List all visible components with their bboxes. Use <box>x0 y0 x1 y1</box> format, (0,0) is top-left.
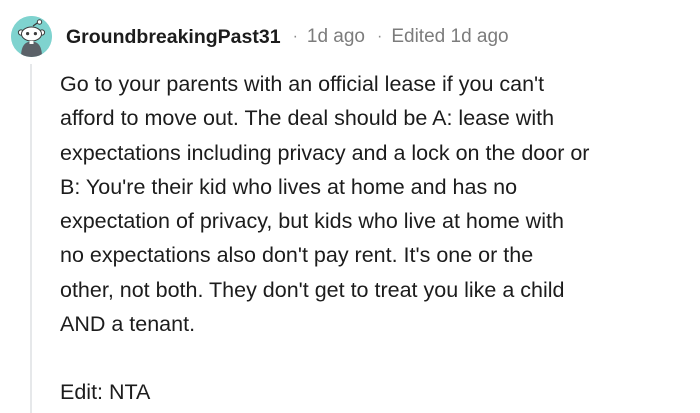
thread-collapse-line[interactable] <box>30 64 32 413</box>
edited-time: Edited 1d ago <box>391 26 509 47</box>
username-link[interactable]: GroundbreakingPast31 <box>66 26 281 49</box>
user-avatar-icon[interactable] <box>11 16 52 57</box>
separator-dot: · <box>292 28 298 45</box>
comment-edit-note: Edit: NTA <box>60 380 151 405</box>
separator-dot: · <box>377 28 383 45</box>
comment-header: GroundbreakingPast31 · 1d ago · Edited 1… <box>66 22 509 52</box>
comment: GroundbreakingPast31 · 1d ago · Edited 1… <box>0 0 700 413</box>
comment-body: Go to your parents with an official leas… <box>60 67 690 410</box>
comment-paragraph: Go to your parents with an official leas… <box>60 72 590 337</box>
posted-time: 1d ago <box>306 26 366 47</box>
